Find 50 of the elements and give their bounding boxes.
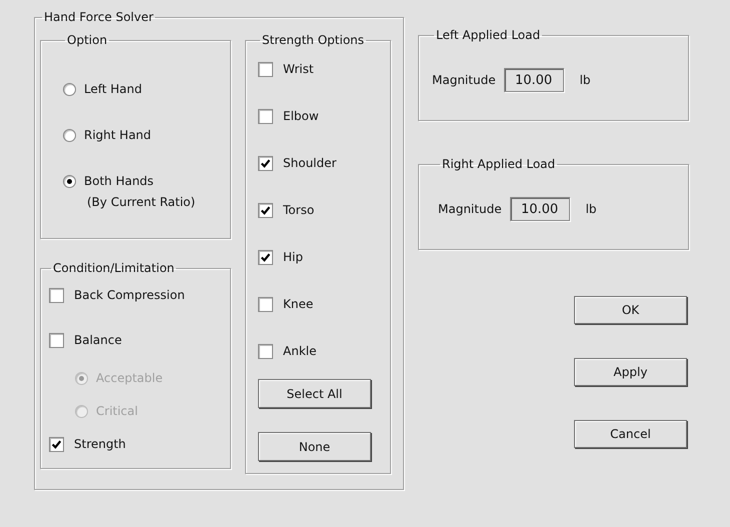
- checkbox-label: Strength: [74, 437, 126, 451]
- radio-label: Critical: [96, 404, 138, 418]
- field-label: Magnitude: [432, 73, 496, 87]
- group-title: Condition/Limitation: [52, 261, 176, 275]
- group-title: Strength Options: [261, 33, 366, 47]
- push-button[interactable]: Select All: [258, 379, 371, 408]
- checkbox-label: Shoulder: [283, 156, 336, 170]
- checkbox-label: Torso: [283, 203, 314, 217]
- radio-label: Right Hand: [84, 128, 152, 142]
- group-title: Hand Force Solver: [43, 10, 154, 24]
- check-icon: [260, 158, 271, 168]
- checkbox[interactable]: [49, 332, 64, 348]
- checkbox[interactable]: [258, 62, 273, 76]
- group-title: Right Applied Load: [441, 157, 556, 171]
- group-title: Left Applied Load: [435, 28, 542, 42]
- check-icon: [260, 252, 271, 262]
- radio-label: Left Hand: [84, 82, 142, 96]
- radio-button[interactable]: [63, 128, 76, 142]
- unit-label: lb: [580, 73, 591, 87]
- checkbox-label: Hip: [283, 250, 303, 264]
- checkbox[interactable]: [258, 156, 273, 170]
- push-button[interactable]: Cancel: [574, 420, 687, 448]
- checkbox[interactable]: [258, 344, 273, 358]
- push-button[interactable]: None: [258, 432, 371, 461]
- checkbox-label: Elbow: [283, 109, 319, 123]
- unit-label: lb: [586, 202, 597, 216]
- checkbox-label: Back Compression: [74, 288, 185, 302]
- checkbox[interactable]: [49, 436, 64, 452]
- magnitude-field[interactable]: 10.00: [510, 197, 570, 221]
- checkbox-label: Wrist: [283, 62, 314, 76]
- checkbox[interactable]: [258, 296, 273, 312]
- checkbox-label: Balance: [74, 333, 122, 347]
- field-label: Magnitude: [438, 202, 502, 216]
- checkbox[interactable]: [49, 288, 64, 302]
- radio-button[interactable]: [63, 82, 76, 96]
- checkbox[interactable]: [258, 250, 273, 264]
- group-title: Option: [66, 33, 108, 47]
- check-icon: [51, 438, 62, 450]
- checkbox[interactable]: [258, 202, 273, 218]
- push-button[interactable]: Apply: [574, 358, 687, 386]
- checkbox[interactable]: [258, 108, 273, 124]
- checkbox-label: Ankle: [283, 344, 316, 358]
- radio-label: Acceptable: [96, 371, 163, 385]
- magnitude-field[interactable]: 10.00: [504, 68, 564, 92]
- push-button[interactable]: OK: [574, 296, 687, 324]
- radio-note: (By Current Ratio): [87, 195, 196, 209]
- radio-label: Both Hands: [84, 174, 154, 188]
- checkbox-label: Knee: [283, 297, 314, 311]
- radio-button[interactable]: [63, 174, 76, 188]
- check-icon: [260, 204, 271, 216]
